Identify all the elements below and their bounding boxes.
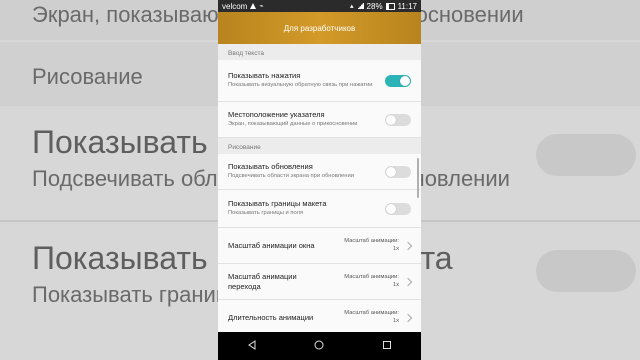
setting-subtitle: Подсвечивать области экрана при обновлен… xyxy=(228,173,354,180)
setting-title: Показывать границы макета xyxy=(228,199,327,209)
battery-icon xyxy=(385,2,395,10)
status-bar: velcom ⌁ ▴ 28% 11:17 xyxy=(218,0,421,12)
setting-title: Масштаб анимации перехода xyxy=(228,272,297,291)
recent-apps-icon[interactable] xyxy=(382,337,392,355)
back-icon[interactable] xyxy=(247,337,257,355)
cell-signal-icon xyxy=(356,3,364,9)
section-input: Ввод текста xyxy=(218,44,421,60)
usb-icon: ⌁ xyxy=(259,3,264,10)
toggle-pointer-location[interactable] xyxy=(385,113,411,126)
scrollbar[interactable] xyxy=(417,158,419,198)
setting-title: Длительность анимации xyxy=(228,312,314,322)
battery-percent: 28% xyxy=(366,1,383,11)
toggle-knob xyxy=(386,114,396,125)
setting-pointer-location[interactable]: Местоположение указателя Экран, показыва… xyxy=(218,102,421,138)
carrier-label: velcom xyxy=(222,1,248,11)
navigation-bar xyxy=(218,332,421,360)
bg-section-label: Рисование xyxy=(32,64,143,89)
setting-title: Показывать нажатия xyxy=(228,71,301,81)
setting-subtitle: Показывать границы и поля xyxy=(228,210,304,217)
section-drawing: Рисование xyxy=(218,138,421,154)
clock: 11:17 xyxy=(397,1,417,11)
setting-subtitle: Показывать визуальную обратную связь при… xyxy=(228,82,373,89)
setting-value: Масштаб анимации: 1x xyxy=(344,309,399,324)
signal-icon: ▴ xyxy=(350,3,354,10)
setting-transition-animation[interactable]: Масштаб анимации перехода Масштаб анимац… xyxy=(218,264,421,300)
setting-show-updates[interactable]: Показывать обновления Подсвечивать облас… xyxy=(218,154,421,190)
bg-toggle-2 xyxy=(536,250,636,292)
toggle-layout-bounds[interactable] xyxy=(385,202,411,215)
setting-show-taps[interactable]: Показывать нажатия Показывать визуальную… xyxy=(218,60,421,102)
setting-value: Масштаб анимации: 1x xyxy=(344,237,399,252)
setting-title: Местоположение указателя xyxy=(228,110,325,120)
setting-layout-bounds[interactable]: Показывать границы макета Показывать гра… xyxy=(218,190,421,228)
toggle-show-taps[interactable] xyxy=(385,74,411,87)
setting-value: Масштаб анимации: 1x xyxy=(344,273,399,288)
setting-subtitle: Экран, показывающий данные о прикосновен… xyxy=(228,121,358,128)
chevron-right-icon xyxy=(403,277,413,286)
setting-title: Масштаб анимации окна xyxy=(228,240,315,250)
chevron-right-icon xyxy=(403,313,413,322)
home-icon[interactable] xyxy=(314,337,324,355)
setting-animation-duration[interactable]: Длительность анимации Масштаб анимации: … xyxy=(218,300,421,336)
toggle-knob xyxy=(400,75,410,86)
toggle-knob xyxy=(386,203,396,214)
toggle-knob xyxy=(386,166,396,177)
setting-window-animation[interactable]: Масштаб анимации окна Масштаб анимации: … xyxy=(218,228,421,264)
toggle-show-updates[interactable] xyxy=(385,165,411,178)
setting-title: Показывать обновления xyxy=(228,162,313,172)
phone-screen: velcom ⌁ ▴ 28% 11:17 Для разработчиков В… xyxy=(218,0,421,360)
warning-icon xyxy=(250,3,257,9)
bg-toggle xyxy=(536,134,636,176)
chevron-right-icon xyxy=(403,241,413,250)
page-title: Для разработчиков xyxy=(218,12,421,44)
